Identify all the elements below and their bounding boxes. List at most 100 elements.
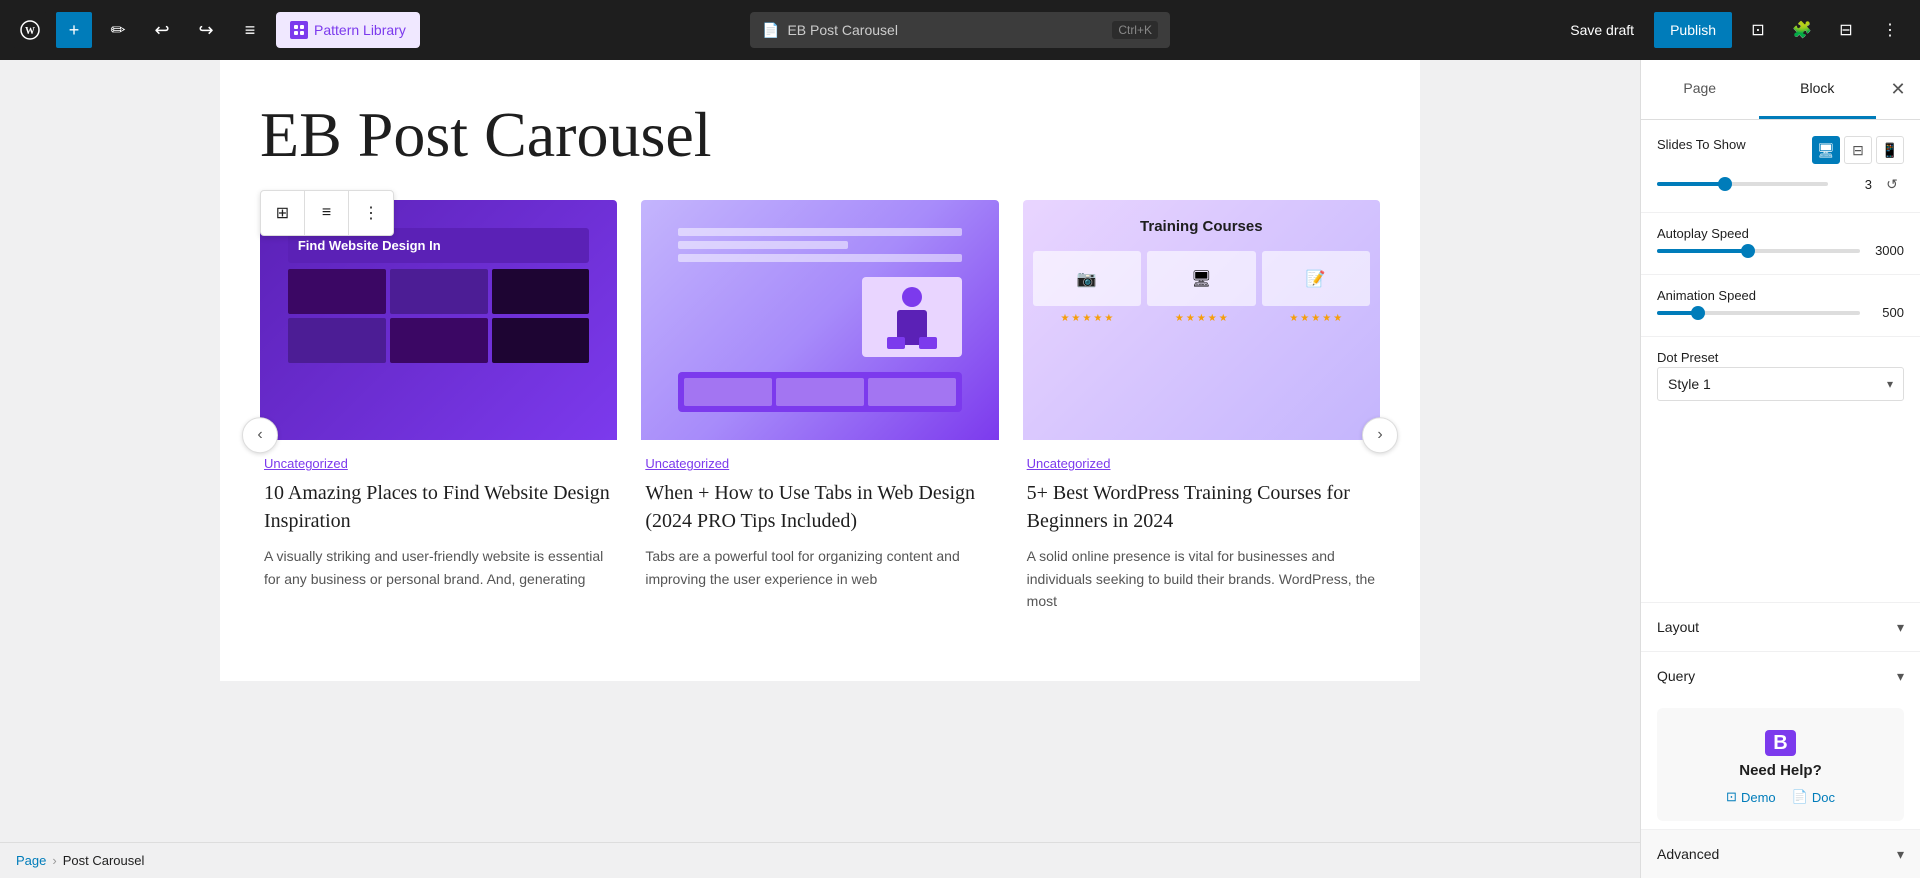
card-2-title: When + How to Use Tabs in Web Design (20…: [645, 479, 994, 535]
doc-link[interactable]: 📄 Doc: [1792, 789, 1835, 805]
card-2-category[interactable]: Uncategorized: [645, 456, 994, 471]
slides-slider-thumb[interactable]: [1718, 177, 1732, 191]
slides-icon-tablet[interactable]: ⊟: [1844, 136, 1872, 164]
slides-icon-desktop[interactable]: 🖥: [1812, 136, 1840, 164]
query-section: Query ▾: [1641, 651, 1920, 700]
carousel-next-button[interactable]: ›: [1362, 418, 1398, 454]
sidebar-close-button[interactable]: ✕: [1876, 68, 1920, 112]
more-options-button[interactable]: ⋮: [1872, 12, 1908, 48]
autoplay-slider-row: 3000: [1657, 243, 1904, 258]
view-button[interactable]: ⊡: [1740, 12, 1776, 48]
card-1-grid: [288, 269, 590, 363]
card3-icon-2: 🖥: [1191, 269, 1211, 289]
desktop-icon: 🖥: [1817, 142, 1835, 159]
puzzle-button[interactable]: 🧩: [1784, 12, 1820, 48]
search-text: EB Post Carousel: [787, 22, 898, 38]
card-2-meta: Uncategorized When + How to Use Tabs in …: [641, 440, 998, 598]
breadcrumb-page-link[interactable]: Page: [16, 853, 46, 868]
puzzle-icon: 🧩: [1792, 20, 1812, 40]
editor-canvas: ⊞ ≡ ⋮ EB Post Carousel: [220, 60, 1420, 681]
card-1-title: 10 Amazing Places to Find Website Design…: [264, 479, 613, 535]
card-3-category[interactable]: Uncategorized: [1027, 456, 1376, 471]
dot-preset-section: Dot Preset Style 1 ▾: [1657, 349, 1904, 401]
animation-slider-track[interactable]: [1657, 311, 1860, 315]
demo-link[interactable]: ⊡ Demo: [1726, 789, 1776, 805]
more-toolbar-button[interactable]: ⋮: [349, 191, 393, 235]
menu-icon: ≡: [245, 20, 256, 41]
save-draft-button[interactable]: Save draft: [1558, 16, 1646, 44]
divider-1: [1641, 212, 1920, 213]
settings-button[interactable]: ⊟: [1828, 12, 1864, 48]
advanced-label: Advanced: [1657, 846, 1719, 862]
doc-label: Doc: [1812, 790, 1835, 805]
undo-button[interactable]: ↩: [144, 12, 180, 48]
advanced-section: Advanced ▾: [1641, 829, 1920, 878]
view-icon: ⊡: [1751, 20, 1764, 40]
top-bar-right: Save draft Publish ⊡ 🧩 ⊟ ⋮: [1558, 12, 1908, 48]
menu-button[interactable]: ≡: [232, 12, 268, 48]
breadcrumb: Page › Post Carousel: [0, 842, 1640, 878]
card-3-meta: Uncategorized 5+ Best WordPress Training…: [1023, 440, 1380, 620]
slides-slider-track[interactable]: [1657, 182, 1828, 186]
tab-block[interactable]: Block: [1759, 60, 1877, 119]
autoplay-value: 3000: [1868, 243, 1904, 258]
animation-slider-row: 500: [1657, 305, 1904, 320]
query-chevron: ▾: [1897, 668, 1904, 685]
need-help-title: Need Help?: [1673, 762, 1888, 779]
breadcrumb-current: Post Carousel: [63, 853, 145, 868]
demo-label: Demo: [1741, 790, 1776, 805]
slides-to-show-label: Slides To Show: [1657, 137, 1746, 152]
redo-button[interactable]: ↪: [188, 12, 224, 48]
autoplay-speed-section: Autoplay Speed 3000: [1657, 225, 1904, 258]
search-bar[interactable]: 📄 EB Post Carousel Ctrl+K: [750, 12, 1170, 48]
search-doc-icon: 📄: [762, 22, 779, 39]
carousel-prev-button[interactable]: ‹: [242, 418, 278, 454]
tab-page[interactable]: Page: [1641, 60, 1759, 119]
sidebar-content: Slides To Show 🖥 ⊟ 📱: [1641, 120, 1920, 602]
slides-slider-row: 3 ↺: [1657, 172, 1904, 196]
card-1-image: Find Website Design In: [260, 200, 617, 440]
publish-button[interactable]: Publish: [1654, 12, 1732, 48]
card-3-image-title: Training Courses: [1033, 210, 1370, 243]
animation-slider-thumb[interactable]: [1691, 306, 1705, 320]
autoplay-slider-track[interactable]: [1657, 249, 1860, 253]
dot-preset-label: Dot Preset: [1657, 350, 1718, 365]
card-2-excerpt: Tabs are a powerful tool for organizing …: [645, 545, 994, 590]
slides-slider-fill: [1657, 182, 1725, 186]
tablet-icon: ⊟: [1852, 142, 1864, 159]
carousel-card-1: Find Website Design In: [260, 200, 617, 620]
card-1-excerpt: A visually striking and user-friendly we…: [264, 545, 613, 590]
settings-icon: ⊟: [1839, 20, 1852, 40]
add-block-button[interactable]: +: [56, 12, 92, 48]
dot-preset-value: Style 1: [1668, 376, 1711, 392]
layout-label: Layout: [1657, 619, 1699, 635]
breadcrumb-separator: ›: [52, 853, 56, 868]
right-sidebar: Page Block ✕ Slides To Show 🖥 ⊟: [1640, 60, 1920, 878]
card-1-meta: Uncategorized 10 Amazing Places to Find …: [260, 440, 617, 598]
carousel-card-3: Training Courses 📷 ★: [1023, 200, 1380, 620]
dot-preset-select[interactable]: Style 1 ▾: [1657, 367, 1904, 401]
layout-collapse-header[interactable]: Layout ▾: [1657, 603, 1904, 651]
demo-icon: ⊡: [1726, 789, 1737, 805]
edit-button[interactable]: ✏: [100, 12, 136, 48]
pattern-library-button[interactable]: Pattern Library: [276, 12, 420, 48]
card-1-category[interactable]: Uncategorized: [264, 456, 613, 471]
query-collapse-header[interactable]: Query ▾: [1657, 652, 1904, 700]
advanced-collapse-header[interactable]: Advanced ▾: [1641, 830, 1920, 878]
autoplay-slider-thumb[interactable]: [1741, 244, 1755, 258]
sidebar-header: Page Block ✕: [1641, 60, 1920, 120]
card-3-title: 5+ Best WordPress Training Courses for B…: [1027, 479, 1376, 535]
pattern-library-icon: [290, 21, 308, 39]
need-help-logo: B: [1673, 724, 1888, 756]
card3-icon-3: 📝: [1306, 269, 1326, 289]
editor-scroll-container[interactable]: ⊞ ≡ ⋮ EB Post Carousel: [0, 60, 1640, 842]
slides-icon-mobile[interactable]: 📱: [1876, 136, 1904, 164]
search-shortcut: Ctrl+K: [1112, 21, 1158, 39]
next-arrow-icon: ›: [1377, 427, 1382, 445]
grid-view-button[interactable]: ⊞: [261, 191, 305, 235]
divider-2: [1641, 274, 1920, 275]
more-toolbar-icon: ⋮: [363, 203, 379, 223]
slides-refresh-button[interactable]: ↺: [1880, 172, 1904, 196]
card-1-thumb-2: [390, 269, 488, 314]
list-view-button[interactable]: ≡: [305, 191, 349, 235]
